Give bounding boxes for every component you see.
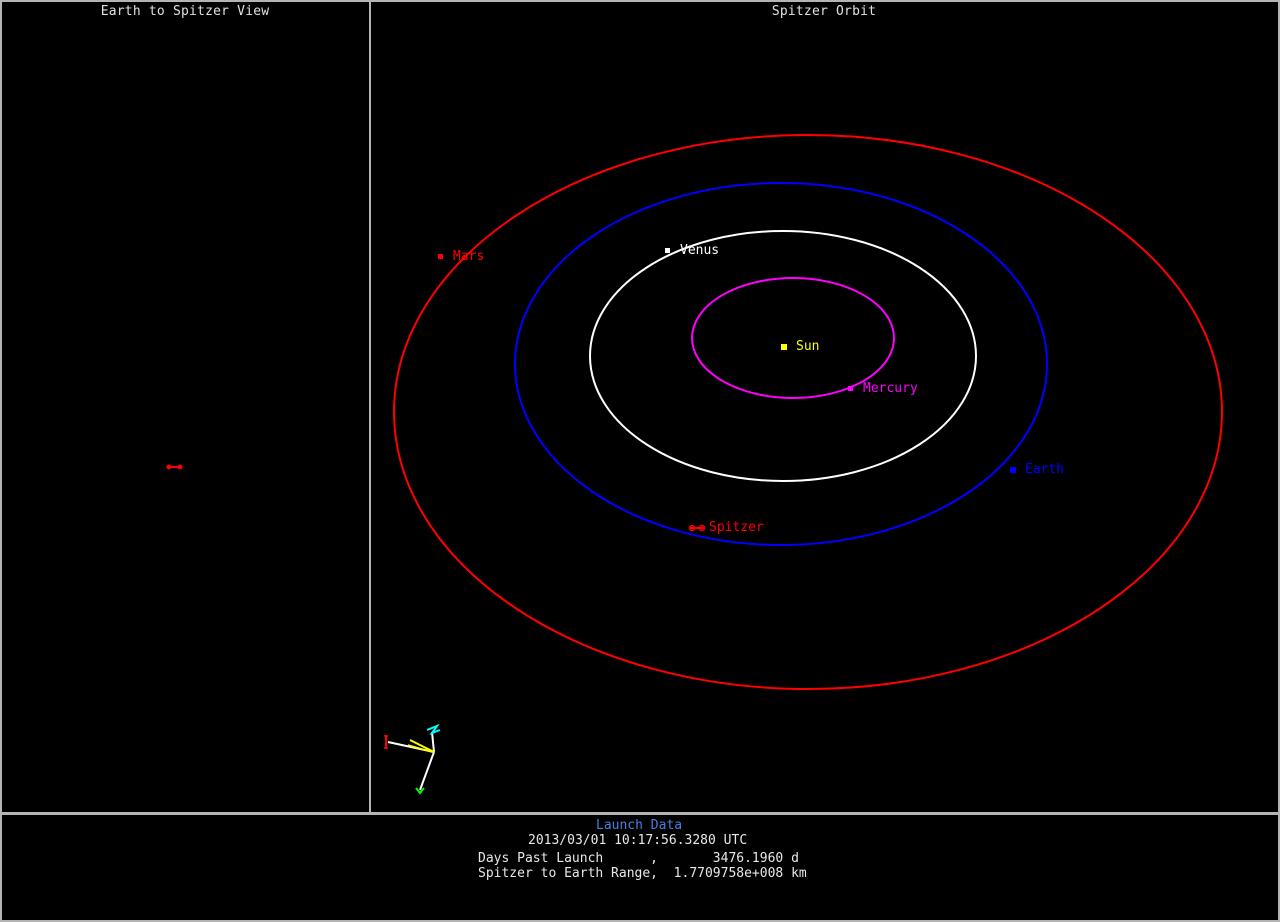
sun-label: Sun xyxy=(796,339,819,354)
mercury-orbit xyxy=(691,277,895,399)
venus-marker xyxy=(665,248,670,253)
display-canvas: Sun Mercury Venus Earth Mars Spitzer xyxy=(0,0,1280,922)
venus-label: Venus xyxy=(680,243,719,258)
mercury-label: Mercury xyxy=(863,381,918,396)
right-panel-border xyxy=(369,0,1280,814)
earth-marker xyxy=(1010,467,1016,473)
info-panel: Launch Data 2013/03/01 10:17:56.3280 UTC… xyxy=(0,814,1280,922)
venus-orbit xyxy=(589,230,977,482)
earth-orbit xyxy=(514,182,1048,546)
earth-label: Earth xyxy=(1025,462,1064,477)
left-panel-border xyxy=(0,0,371,814)
sun-marker xyxy=(781,344,787,350)
timestamp: 2013/03/01 10:17:56.3280 UTC xyxy=(528,833,748,848)
spitzer-label: Spitzer xyxy=(709,520,764,535)
spitzer-marker xyxy=(688,524,706,532)
mercury-marker xyxy=(848,386,853,391)
days-past-launch: Days Past Launch , 3476.1960 d xyxy=(478,851,799,866)
left-panel-title: Earth to Spitzer View xyxy=(100,4,270,19)
mars-label: Mars xyxy=(453,249,484,264)
earth-range: Spitzer to Earth Range, 1.7709758e+008 k… xyxy=(478,866,807,881)
spitzer-view-marker xyxy=(166,464,183,470)
right-panel-title: Spitzer Orbit xyxy=(771,4,877,19)
launch-data-title: Launch Data xyxy=(596,818,683,833)
mars-marker xyxy=(438,254,443,259)
axis-triad-icon xyxy=(384,723,441,795)
mars-orbit xyxy=(393,134,1223,690)
